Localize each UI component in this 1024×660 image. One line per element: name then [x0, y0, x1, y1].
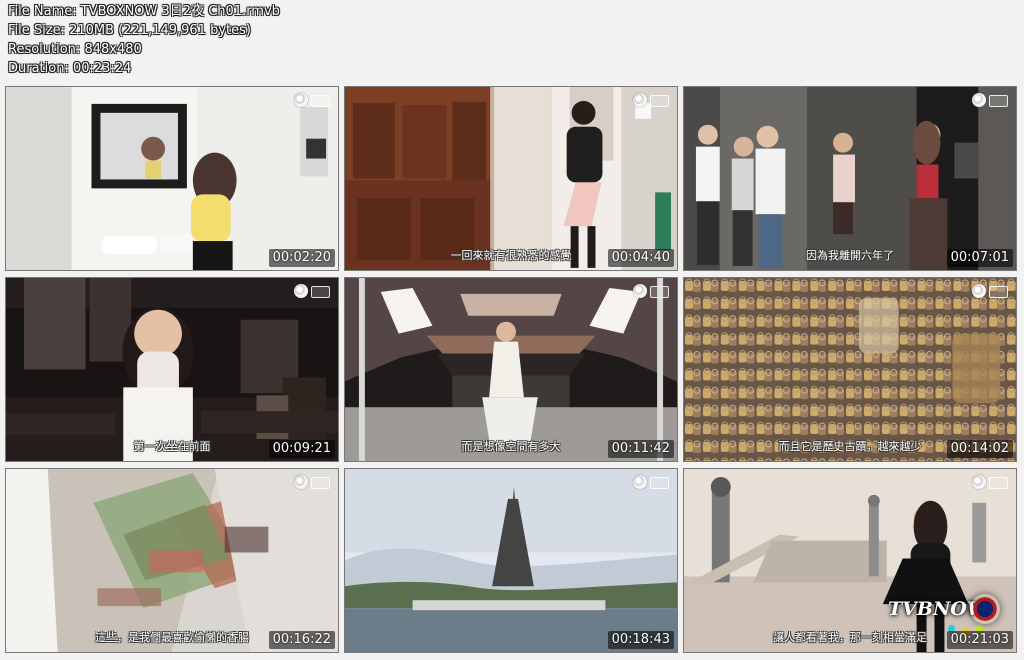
tv-logo-ring — [294, 475, 308, 489]
tv-logo-ring — [294, 93, 308, 107]
timestamp: 00:09:21 — [268, 440, 335, 458]
timestamp: 00:02:20 — [268, 249, 335, 267]
thumbnail-7[interactable]: 這些，是我們最喜歡偷懶的香腸 00:16:22 — [5, 468, 339, 653]
tv-logo — [294, 475, 330, 489]
thumbnail-2[interactable]: 一回來就有很熟悉的感覺 00:04:40 — [344, 86, 678, 271]
file-info-panel: File Name: TVBOXNOW 3日2夜 Ch01.rmvb File … — [8, 2, 428, 78]
timestamp: 00:07:01 — [946, 249, 1013, 267]
tv-logo-ring — [633, 475, 647, 489]
video-duration: Duration: 00:23:24 — [8, 61, 132, 76]
scene-stage-hall — [345, 278, 677, 461]
thumbnail-6[interactable]: 而且它是歷史古蹟，越來越少 00:14:02 — [683, 277, 1017, 462]
tv-logo-mark — [989, 95, 1008, 107]
tv-logo-mark — [650, 95, 669, 107]
tv-logo-mark — [311, 95, 330, 107]
tv-logo-mark — [650, 477, 669, 489]
tv-logo — [633, 93, 669, 107]
tv-logo-mark — [650, 286, 669, 298]
timestamp: 00:18:43 — [607, 631, 674, 649]
timestamp: 00:04:40 — [607, 249, 674, 267]
tv-logo — [294, 284, 330, 298]
star-icon — [970, 594, 1000, 624]
thumbnail-5[interactable]: 而是想像空間有多大 00:11:42 — [344, 277, 678, 462]
tv-logo-ring — [972, 475, 986, 489]
tv-logo-mark — [311, 477, 330, 489]
scene-group-entrance — [684, 87, 1016, 270]
tv-logo — [294, 93, 330, 107]
file-size: File Size: 210MB (221,149,961 bytes) — [8, 23, 251, 38]
tv-logo — [633, 284, 669, 298]
tv-logo-ring — [294, 284, 308, 298]
thumbnail-4[interactable]: 第一次坐在前面 00:09:21 — [5, 277, 339, 462]
scene-street-doorway — [345, 87, 677, 270]
timestamp: 00:11:42 — [607, 440, 674, 458]
file-name: File Name: TVBOXNOW 3日2夜 Ch01.rmvb — [8, 4, 280, 19]
thumbnail-9[interactable]: 讓人都看著我，那一刻相當滿足 TVBNOW 00:21:03 — [683, 468, 1017, 653]
scene-eiffel-tower — [345, 469, 677, 652]
timestamp: 00:16:22 — [268, 631, 335, 649]
tv-logo-mark — [989, 477, 1008, 489]
scene-love-locks — [684, 278, 1016, 461]
tv-logo — [972, 475, 1008, 489]
tv-logo-ring — [972, 93, 986, 107]
scene-market-street — [6, 469, 338, 652]
scene-theater-seat — [6, 278, 338, 461]
thumbnail-1[interactable]: 00:02:20 — [5, 86, 339, 271]
scene-bathroom-mirror — [6, 87, 338, 270]
tv-logo-mark — [311, 286, 330, 298]
tv-logo-ring — [633, 93, 647, 107]
video-resolution: Resolution: 848x480 — [8, 42, 142, 57]
timestamp: 00:21:03 — [946, 631, 1013, 649]
thumbnail-3[interactable]: 因為我離開六年了 00:07:01 — [683, 86, 1017, 271]
tv-logo-ring — [972, 284, 986, 298]
thumbnail-grid: 00:02:20 一回來就有很熟悉的感覺 00:04:40 因為我離開六年了 0… — [5, 86, 1019, 656]
tv-logo — [972, 284, 1008, 298]
timestamp: 00:14:02 — [946, 440, 1013, 458]
tv-logo-mark — [989, 286, 1008, 298]
tv-logo-ring — [633, 284, 647, 298]
thumbnail-8[interactable]: 00:18:43 — [344, 468, 678, 653]
tv-logo — [633, 475, 669, 489]
tv-logo — [972, 93, 1008, 107]
